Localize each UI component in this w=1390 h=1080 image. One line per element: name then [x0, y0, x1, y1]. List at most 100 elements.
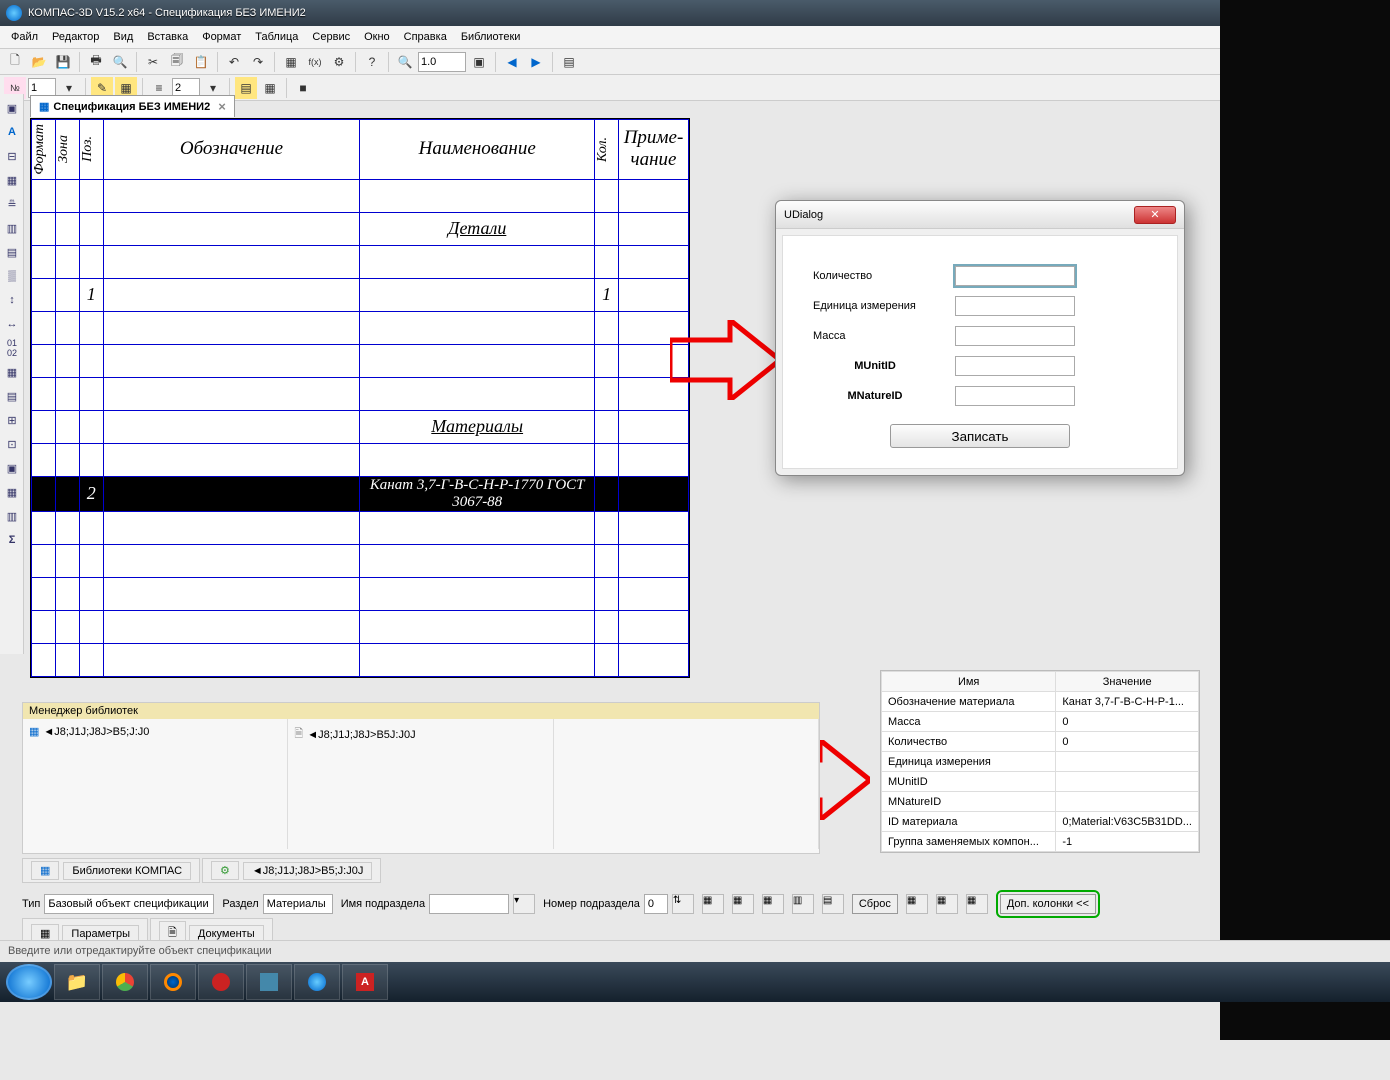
new-icon[interactable]: 🗋: [4, 51, 26, 73]
tool-text-icon[interactable]: A: [1, 121, 23, 143]
tool-c-icon[interactable]: ▤: [1, 241, 23, 263]
propgrid-row[interactable]: MNatureID: [882, 792, 1199, 812]
extra-c-icon[interactable]: ▦: [966, 894, 988, 914]
tab-close-icon[interactable]: ×: [218, 99, 226, 114]
document-tab[interactable]: ▦ Спецификация БЕЗ ИМЕНИ2 ×: [30, 95, 235, 117]
menu-file[interactable]: Файл: [4, 29, 45, 45]
propgrid-row[interactable]: Количество0: [882, 732, 1199, 752]
type-input[interactable]: [44, 894, 214, 914]
tool-g-icon[interactable]: 0102: [1, 337, 23, 359]
tool-b-icon[interactable]: ▥: [1, 217, 23, 239]
udialog-close-button[interactable]: ✕: [1134, 206, 1176, 224]
extra-b-icon[interactable]: ▦: [936, 894, 958, 914]
dropdown-icon[interactable]: ▾: [513, 894, 535, 914]
property-grid[interactable]: ИмяЗначение Обозначение материалаКанат 3…: [880, 670, 1200, 853]
specification-table[interactable]: Формат Зона Поз. Обозначение Наименовани…: [30, 118, 690, 678]
tool-d-icon[interactable]: ▒: [1, 265, 23, 287]
section-input[interactable]: [263, 894, 333, 914]
dopkolonki-button[interactable]: Доп. колонки <<: [1000, 894, 1096, 914]
grid-d-icon[interactable]: ▥: [792, 894, 814, 914]
reset-button[interactable]: Сброс: [852, 894, 898, 914]
open-icon[interactable]: 📂: [28, 51, 50, 73]
extra-a-icon[interactable]: ▦: [906, 894, 928, 914]
library-column-3[interactable]: [554, 719, 819, 849]
tool-dim-icon[interactable]: ⊟: [1, 145, 23, 167]
table-row[interactable]: [32, 344, 689, 377]
color-icon[interactable]: ■: [292, 77, 314, 99]
zoom-input[interactable]: [418, 52, 466, 72]
cut-icon[interactable]: ✂: [142, 51, 164, 73]
taskbar-app1-icon[interactable]: [198, 964, 244, 1000]
nav-prev-icon[interactable]: ◀: [501, 51, 523, 73]
tool-icon-2[interactable]: ⚙: [328, 51, 350, 73]
table-row[interactable]: [32, 610, 689, 643]
tool-h-icon[interactable]: ▦: [1, 361, 23, 383]
table-row[interactable]: [32, 643, 689, 676]
start-button[interactable]: [6, 964, 52, 1000]
table-row[interactable]: [32, 544, 689, 577]
window-icon[interactable]: ▤: [558, 51, 580, 73]
copy-icon[interactable]: 🗐: [166, 51, 188, 73]
grid-c-icon[interactable]: ▦: [762, 894, 784, 914]
table-row[interactable]: [32, 577, 689, 610]
udialog-save-button[interactable]: Записать: [890, 424, 1070, 448]
menu-table[interactable]: Таблица: [248, 29, 305, 45]
align-left-icon[interactable]: ▤: [235, 77, 257, 99]
udialog-mnid-input[interactable]: [955, 386, 1075, 406]
library-column-2[interactable]: 🗎◄J8;J1J;J8J>B5J:J0J: [288, 719, 553, 849]
tool-hatch-icon[interactable]: ▦: [1, 169, 23, 191]
menu-service[interactable]: Сервис: [305, 29, 357, 45]
propgrid-row[interactable]: Масса0: [882, 712, 1199, 732]
library-column-1[interactable]: ▦◄J8;J1J;J8J>B5;J:J0: [23, 719, 288, 849]
propgrid-row[interactable]: MUnitID: [882, 772, 1199, 792]
tool-f-icon[interactable]: ↔: [1, 313, 23, 335]
help-icon[interactable]: ?: [361, 51, 383, 73]
tool-l-icon[interactable]: ▣: [1, 457, 23, 479]
propgrid-row[interactable]: ID материала0;Material:V63C5B31DD...: [882, 812, 1199, 832]
propgrid-row[interactable]: Обозначение материалаКанат 3,7-Г-В-С-Н-Р…: [882, 692, 1199, 712]
menu-libraries[interactable]: Библиотеки: [454, 29, 528, 45]
menu-edit[interactable]: Редактор: [45, 29, 106, 45]
tool-pointer-icon[interactable]: ▣: [1, 97, 23, 119]
preview-icon[interactable]: 🔍: [109, 51, 131, 73]
table-row[interactable]: [32, 245, 689, 278]
table-row[interactable]: [32, 377, 689, 410]
table-row-selected[interactable]: 2Канат 3,7-Г-В-С-Н-Р-1770 ГОСТ 3067-88: [32, 476, 689, 511]
grid-a-icon[interactable]: ▦: [702, 894, 724, 914]
redo-icon[interactable]: ↷: [247, 51, 269, 73]
tool-j-icon[interactable]: ⊞: [1, 409, 23, 431]
table-row[interactable]: 11: [32, 278, 689, 311]
undo-icon[interactable]: ↶: [223, 51, 245, 73]
zoom-fit-icon[interactable]: ▣: [468, 51, 490, 73]
nav-next-icon[interactable]: ▶: [525, 51, 547, 73]
menu-insert[interactable]: Вставка: [140, 29, 195, 45]
tool-e-icon[interactable]: ↕: [1, 289, 23, 311]
spinner-icon[interactable]: ⇅: [672, 894, 694, 914]
save-icon[interactable]: 💾: [52, 51, 74, 73]
tool-a-icon[interactable]: ≞: [1, 193, 23, 215]
taskbar-acrobat-icon[interactable]: A: [342, 964, 388, 1000]
library-file-item[interactable]: ▦◄J8;J1J;J8J>B5;J:J0: [27, 723, 283, 740]
tool-n-icon[interactable]: ▥: [1, 505, 23, 527]
propgrid-row[interactable]: Единица измерения: [882, 752, 1199, 772]
udialog-muid-input[interactable]: [955, 356, 1075, 376]
menu-help[interactable]: Справка: [397, 29, 454, 45]
subnum-input[interactable]: [644, 894, 668, 914]
tool-m-icon[interactable]: ▦: [1, 481, 23, 503]
menu-format[interactable]: Формат: [195, 29, 248, 45]
library-tab-kompas[interactable]: ▦Библиотеки КОМПАС: [22, 858, 200, 883]
udialog-mass-input[interactable]: [955, 326, 1075, 346]
grid-e-icon[interactable]: ▤: [822, 894, 844, 914]
taskbar-app2-icon[interactable]: [246, 964, 292, 1000]
propgrid-row[interactable]: Группа заменяемых компон...-1: [882, 832, 1199, 852]
library-tab-other[interactable]: ⚙◄J8;J1J;J8J>B5;J:J0J: [202, 858, 381, 883]
subname-input[interactable]: [429, 894, 509, 914]
udialog-titlebar[interactable]: UDialog ✕: [776, 201, 1184, 229]
table-row-section[interactable]: Детали: [32, 212, 689, 245]
taskbar-chrome-icon[interactable]: [102, 964, 148, 1000]
print-icon[interactable]: 🖶: [85, 51, 107, 73]
align-center-icon[interactable]: ▦: [259, 77, 281, 99]
tool-k-icon[interactable]: ⊡: [1, 433, 23, 455]
tool-icon[interactable]: ▦: [280, 51, 302, 73]
taskbar-firefox-icon[interactable]: [150, 964, 196, 1000]
